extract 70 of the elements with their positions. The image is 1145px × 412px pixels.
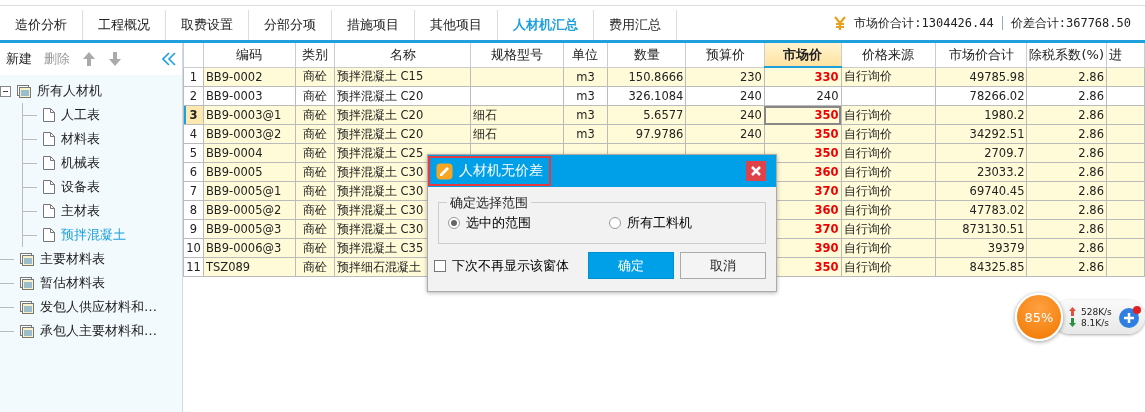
market-total: 市场价合计:1304426.44 [854, 14, 994, 32]
table-icon [20, 252, 34, 266]
collapse-panel-icon[interactable] [162, 52, 176, 66]
column-header[interactable]: 预算价 [685, 43, 765, 67]
document-icon [43, 156, 55, 170]
tree-item[interactable]: 机械表 [61, 154, 100, 172]
tree-item[interactable]: 材料表 [61, 130, 100, 148]
tab[interactable]: 分部分项 [249, 10, 332, 40]
tab[interactable]: 费用汇总 [594, 10, 677, 40]
document-icon [43, 132, 55, 146]
document-icon [43, 180, 55, 194]
column-header[interactable]: 单位 [563, 43, 608, 67]
column-header[interactable]: 类别 [295, 43, 335, 67]
tab[interactable]: 工程概况 [83, 10, 166, 40]
column-header[interactable]: 市场价合计 [935, 43, 1027, 67]
table-cell: 240 [764, 86, 841, 106]
tab[interactable]: 措施项目 [332, 10, 415, 40]
table-cell: 78266.02 [935, 86, 1027, 106]
arrow-down-icon[interactable] [108, 51, 122, 67]
close-icon[interactable] [746, 161, 766, 181]
radio-icon[interactable] [448, 217, 460, 229]
tree-item[interactable]: 发包人供应材料和… [40, 298, 157, 316]
column-header[interactable]: 规格型号 [470, 43, 564, 67]
table-icon [20, 324, 34, 338]
column-header[interactable]: 名称 [334, 43, 471, 67]
radio-icon[interactable] [609, 217, 621, 229]
tree-item[interactable]: 人工表 [61, 106, 100, 124]
column-header[interactable]: 进 [1106, 43, 1145, 67]
group-title: 确定选择范围 [447, 194, 531, 212]
tab[interactable]: 取费设置 [166, 10, 249, 40]
download-speed: 8.1K/s [1081, 317, 1109, 328]
upload-speed: 528K/s [1081, 306, 1112, 317]
document-icon [43, 204, 55, 218]
arrow-down-icon [1069, 318, 1076, 327]
toolbar-button[interactable]: 新建 [6, 50, 32, 68]
row-number[interactable]: 1 [183, 67, 204, 87]
table-cell: 240 [685, 86, 765, 106]
column-header[interactable]: 价格来源 [841, 43, 936, 67]
table-cell: 预拌混凝土 C20 [334, 86, 471, 106]
table-cell: BB9-0003 [203, 86, 296, 106]
table-cell: 326.1084 [607, 86, 686, 106]
arrow-up-icon [1069, 307, 1076, 316]
document-icon [43, 108, 55, 122]
tree-item[interactable]: 设备表 [61, 178, 100, 196]
collapse-toggle-icon[interactable] [0, 85, 11, 97]
tree-item[interactable]: 暂估材料表 [40, 274, 105, 292]
radio-option[interactable]: 所有工料机 [609, 214, 692, 232]
plus-icon[interactable] [1118, 305, 1142, 329]
column-header[interactable]: 除税系数(%) [1026, 43, 1107, 67]
column-header[interactable]: 市场价 [764, 43, 841, 67]
column-header[interactable]: 数量 [607, 43, 686, 67]
price-diff-total: 价差合计:367768.50 [1010, 14, 1131, 32]
table-icon [20, 300, 34, 314]
document-icon [43, 228, 55, 242]
tree-item[interactable]: 所有人材机 [37, 82, 102, 100]
table-icon [20, 276, 34, 290]
tab[interactable]: 其他项目 [415, 10, 498, 40]
tree-item[interactable]: 主材表 [61, 202, 100, 220]
tab[interactable]: 造价分析 [0, 10, 83, 40]
table-cell: 2.86 [1026, 86, 1107, 106]
tree-item[interactable]: 承包人主要材料和… [40, 322, 157, 340]
table-cell: 商砼 [295, 86, 335, 106]
app-icon [436, 162, 453, 180]
cancel-button[interactable]: 取消 [680, 252, 766, 279]
arrow-up-icon[interactable] [82, 51, 96, 67]
yen-icon [834, 15, 847, 31]
tree-item[interactable]: 主要材料表 [40, 250, 105, 268]
column-header[interactable]: 编码 [203, 43, 296, 67]
table-icon [17, 84, 31, 98]
table-cell: m3 [563, 86, 608, 106]
